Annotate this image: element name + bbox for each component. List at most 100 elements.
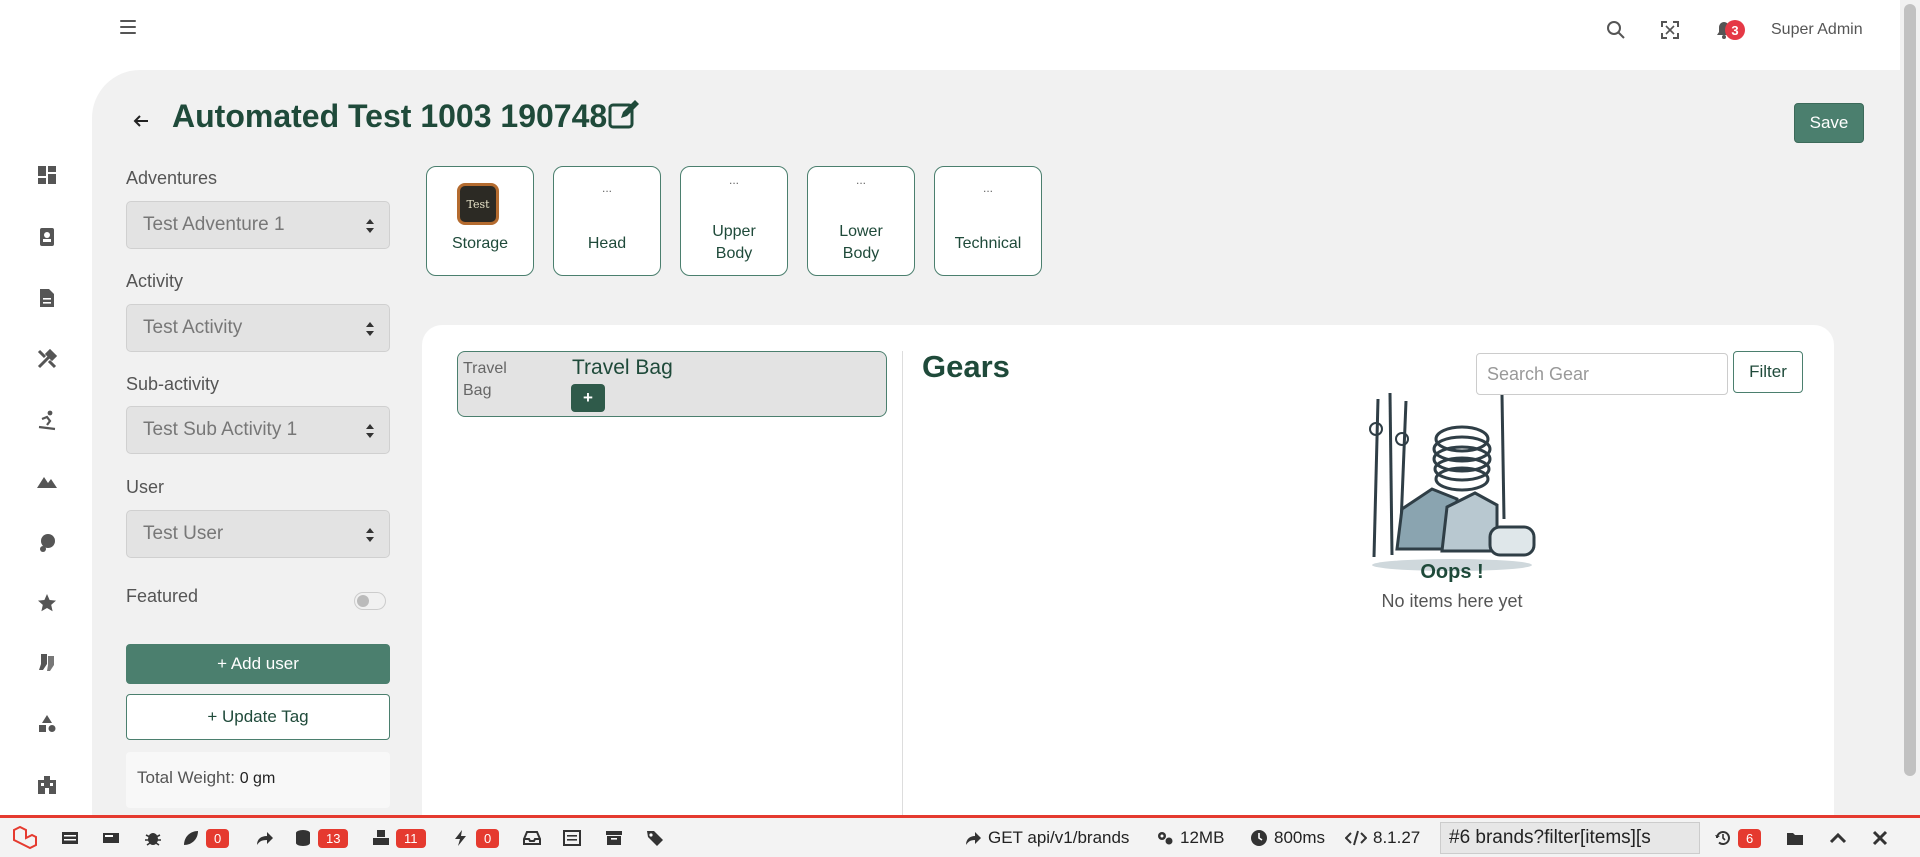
category-tile-lower-body[interactable]: ... Lower Body xyxy=(807,166,915,276)
hiker-icon[interactable] xyxy=(36,531,58,553)
filter-button[interactable]: Filter xyxy=(1733,351,1803,393)
debug-toolbar: 0 13 11 0 GET api/v1/brands 12MB 800ms 8… xyxy=(0,815,1920,857)
category-tile-storage[interactable]: Test Storage xyxy=(426,166,534,276)
time-text: 800ms xyxy=(1274,828,1326,847)
activity-label: Activity xyxy=(126,271,184,291)
notification-badge: 3 xyxy=(1725,20,1745,40)
socks-icon[interactable] xyxy=(36,652,58,674)
time-indicator[interactable]: 800ms xyxy=(1250,826,1325,850)
featured-label: Featured xyxy=(126,586,199,606)
memory-indicator[interactable]: 12MB xyxy=(1156,826,1224,850)
star-sparkle-icon[interactable] xyxy=(36,592,58,614)
history-icon xyxy=(1715,831,1730,846)
sub-activity-label: Sub-activity xyxy=(126,374,220,394)
sub-activity-select[interactable]: Test Sub Activity 1 xyxy=(126,406,390,454)
menu-toggle-icon[interactable] xyxy=(120,20,136,34)
leaf-icon xyxy=(184,831,198,845)
storage-thumbnail: Test xyxy=(457,183,499,225)
inbox-icon[interactable] xyxy=(522,826,542,850)
queries-indicator[interactable]: 13 xyxy=(294,826,349,850)
empty-title: Oops ! xyxy=(1420,561,1484,583)
adventures-select-value: Test Adventure 1 xyxy=(143,214,285,235)
back-arrow-icon[interactable] xyxy=(132,112,150,130)
list-icon[interactable] xyxy=(562,826,582,850)
tags-icon[interactable] xyxy=(645,826,665,850)
select-caret-icon xyxy=(366,322,374,336)
clock-icon xyxy=(1251,830,1267,846)
bag-name: Travel Bag xyxy=(572,356,673,379)
route-indicator[interactable]: GET api/v1/brands xyxy=(964,826,1129,850)
search-icon[interactable] xyxy=(1606,20,1626,40)
close-icon[interactable] xyxy=(1870,826,1890,850)
panel-divider xyxy=(902,351,903,815)
add-user-button[interactable]: + Add user xyxy=(126,644,390,684)
select-caret-icon xyxy=(366,528,374,542)
request-select[interactable]: #6 brands?filter[items][s xyxy=(1440,822,1700,854)
save-button[interactable]: Save xyxy=(1794,103,1864,143)
gear-panel: Travel Bag Travel Bag + Gears Search Gea… xyxy=(422,325,1834,815)
user-select[interactable]: Test User xyxy=(126,510,390,558)
bag-image-placeholder: Travel Bag xyxy=(463,360,507,399)
history-count-badge: 6 xyxy=(1738,828,1762,848)
adventures-select[interactable]: Test Adventure 1 xyxy=(126,201,390,249)
memory-text: 12MB xyxy=(1180,828,1225,847)
mountain-icon[interactable] xyxy=(36,470,58,492)
category-label: Head xyxy=(587,235,627,252)
database-icon xyxy=(296,830,310,846)
category-label: Upper Body xyxy=(712,223,756,262)
version-indicator[interactable]: 8.1.27 xyxy=(1345,826,1420,850)
total-weight: Total Weight: 0 gm xyxy=(126,752,390,808)
bug-icon[interactable] xyxy=(143,826,163,850)
contacts-book-icon[interactable] xyxy=(36,226,58,248)
building-icon[interactable] xyxy=(36,774,58,796)
category-label: Lower Body xyxy=(839,223,883,262)
activity-select[interactable]: Test Activity xyxy=(126,304,390,352)
request-select-value: #6 brands?filter[items][s xyxy=(1449,827,1651,848)
timeline-icon[interactable] xyxy=(101,826,121,850)
document-icon[interactable] xyxy=(36,287,58,309)
version-text: 8.1.27 xyxy=(1373,828,1421,847)
category-tile-technical[interactable]: ... Technical xyxy=(934,166,1042,276)
select-caret-icon xyxy=(366,424,374,438)
user-menu[interactable]: Super Admin xyxy=(1771,21,1863,39)
empty-gear-illustration xyxy=(1369,392,1536,571)
edit-icon[interactable] xyxy=(607,98,641,132)
broken-image-icon: ... xyxy=(601,181,612,195)
folder-open-icon[interactable] xyxy=(1786,826,1806,850)
featured-toggle[interactable] xyxy=(354,592,386,610)
messages-icon[interactable] xyxy=(60,826,80,850)
page-scrollbar[interactable] xyxy=(1900,0,1920,815)
category-tile-upper-body[interactable]: ... Upper Body xyxy=(680,166,788,276)
page-title: Automated Test 1003 190748 xyxy=(172,98,608,134)
bolt-icon xyxy=(455,830,466,846)
views-indicator[interactable]: 0 xyxy=(182,826,230,850)
total-weight-value: 0 gm xyxy=(239,770,276,787)
main-content: Automated Test 1003 190748 Save Adventur… xyxy=(92,70,1900,815)
category-tile-head[interactable]: ... Head xyxy=(553,166,661,276)
tools-icon[interactable] xyxy=(36,348,58,370)
events-indicator[interactable]: 0 xyxy=(452,826,500,850)
views-count-badge: 0 xyxy=(206,828,230,848)
sub-activity-select-value: Test Sub Activity 1 xyxy=(143,419,298,440)
gears-title: Gears xyxy=(922,349,1010,384)
models-count-badge: 11 xyxy=(396,828,426,848)
skier-icon[interactable] xyxy=(36,409,58,431)
events-count-badge: 0 xyxy=(476,828,500,848)
models-indicator[interactable]: 11 xyxy=(372,826,426,850)
route-text: GET api/v1/brands xyxy=(988,828,1130,847)
user-select-value: Test User xyxy=(143,523,224,544)
broken-image-icon: ... xyxy=(855,173,866,187)
update-tag-button[interactable]: + Update Tag xyxy=(126,694,390,740)
shapes-icon[interactable] xyxy=(36,713,58,735)
chevron-up-icon[interactable] xyxy=(1828,826,1848,850)
archive-icon[interactable] xyxy=(604,826,624,850)
history-indicator[interactable]: 6 xyxy=(1714,826,1762,850)
fullscreen-icon[interactable] xyxy=(1660,20,1680,40)
empty-message: No items here yet xyxy=(1381,591,1523,611)
laravel-logo-icon[interactable] xyxy=(12,826,38,850)
cogs-icon xyxy=(1158,832,1173,845)
dashboard-icon[interactable] xyxy=(36,164,58,186)
route-share-icon[interactable] xyxy=(255,826,275,850)
bag-item[interactable]: Travel Bag Travel Bag + xyxy=(457,351,887,417)
bag-add-button[interactable]: + xyxy=(571,384,605,412)
